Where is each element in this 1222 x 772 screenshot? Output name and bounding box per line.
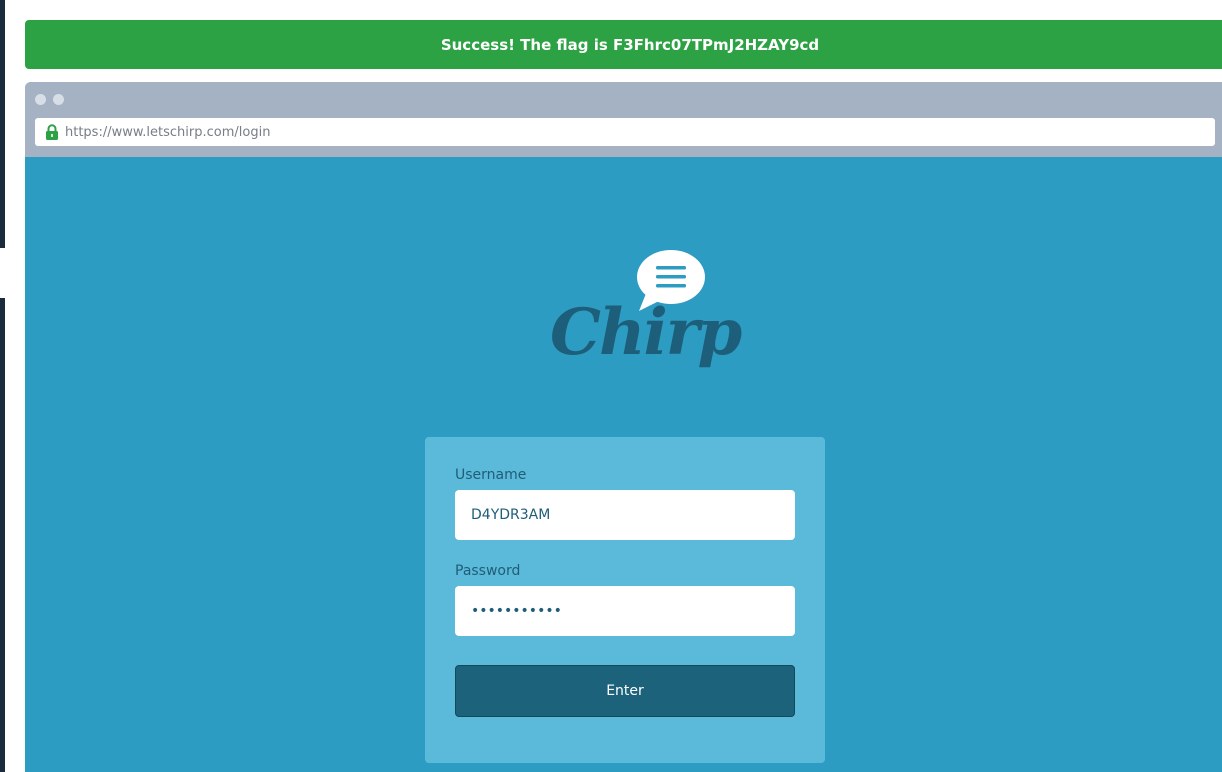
window-dot-close[interactable] [35, 94, 46, 105]
address-bar[interactable]: https://www.letschirp.com/login [35, 118, 1215, 146]
left-edge-strip-top [0, 0, 5, 248]
chirp-logo: Chirp [550, 245, 742, 395]
window-dot-minimize[interactable] [53, 94, 64, 105]
enter-button-label: Enter [606, 683, 644, 699]
url-text: https://www.letschirp.com/login [65, 124, 271, 140]
screen: Success! The flag is F3Fhrc07TPmJ2HZAY9c… [0, 0, 1222, 772]
lock-icon [44, 124, 60, 140]
logo-wordmark: Chirp [550, 295, 742, 370]
username-value: D4YDR3AM [471, 507, 551, 523]
field-gap [455, 540, 795, 563]
left-edge-strip-bottom [0, 298, 5, 772]
success-message: Success! The flag is F3Fhrc07TPmJ2HZAY9c… [440, 35, 820, 54]
enter-button[interactable]: Enter [455, 665, 795, 717]
login-card: Username D4YDR3AM Password ••••••••••• E… [425, 437, 825, 763]
browser-window: https://www.letschirp.com/login Chirp Us… [25, 82, 1222, 772]
login-page: Chirp Username D4YDR3AM Password •••••••… [25, 157, 1222, 772]
username-input[interactable]: D4YDR3AM [455, 490, 795, 540]
password-label: Password [455, 563, 521, 579]
password-value: ••••••••••• [471, 603, 562, 619]
username-label: Username [455, 467, 527, 483]
browser-chrome: https://www.letschirp.com/login [25, 82, 1222, 157]
success-banner: Success! The flag is F3Fhrc07TPmJ2HZAY9c… [25, 20, 1222, 69]
password-input[interactable]: ••••••••••• [455, 586, 795, 636]
